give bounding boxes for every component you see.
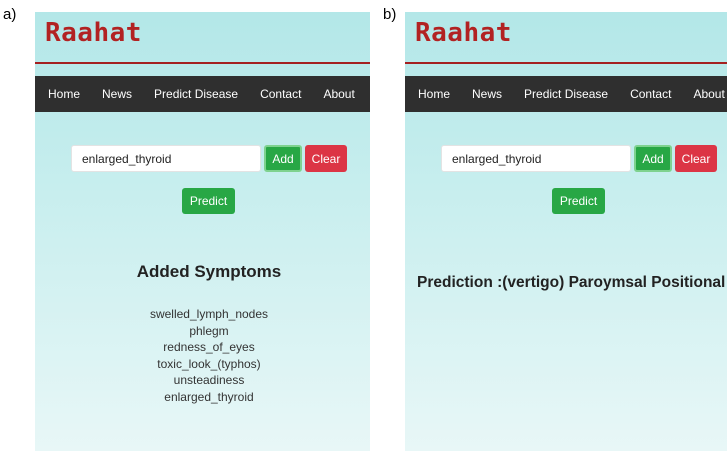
header: Raahat: [35, 12, 370, 64]
navbar: Home News Predict Disease Contact About: [35, 76, 370, 112]
navbar: Home News Predict Disease Contact About: [405, 76, 727, 112]
clear-button[interactable]: Clear: [305, 145, 347, 172]
nav-home[interactable]: Home: [48, 87, 80, 101]
app-logo[interactable]: Raahat: [415, 18, 512, 48]
nav-about[interactable]: About: [693, 87, 724, 101]
app-logo[interactable]: Raahat: [45, 18, 142, 48]
header-divider: [35, 62, 370, 64]
predict-button[interactable]: Predict: [182, 188, 235, 214]
symptom-item: swelled_lymph_nodes: [149, 307, 269, 321]
predict-button[interactable]: Predict: [552, 188, 605, 214]
add-button[interactable]: Add: [634, 145, 672, 172]
symptom-input[interactable]: [441, 145, 631, 172]
added-symptoms-title: Added Symptoms: [136, 262, 282, 281]
header: Raahat: [405, 12, 727, 64]
symptom-item: enlarged_thyroid: [164, 389, 254, 404]
header-divider: [405, 62, 727, 64]
symptom-item: unsteadiness: [173, 373, 245, 387]
nav-about[interactable]: About: [323, 87, 354, 101]
nav-news[interactable]: News: [102, 87, 132, 101]
nav-predict-disease[interactable]: Predict Disease: [524, 87, 608, 101]
symptom-item: toxic_look_(typhos): [157, 356, 261, 371]
nav-home[interactable]: Home: [418, 87, 450, 101]
symptom-search-row: Add Clear: [71, 145, 351, 172]
panel-b-label: b): [383, 6, 397, 23]
panel-a-label: a): [3, 6, 17, 23]
panel-b-screen: Raahat Home News Predict Disease Contact…: [405, 12, 727, 451]
symptom-list: swelled_lymph_nodes phlegm redness_of_ey…: [35, 306, 370, 405]
nav-contact[interactable]: Contact: [260, 87, 301, 101]
symptom-input[interactable]: [71, 145, 261, 172]
prediction-result: Prediction :(vertigo) Paroymsal Position…: [417, 274, 727, 291]
symptom-item: phlegm: [189, 323, 229, 338]
nav-contact[interactable]: Contact: [630, 87, 671, 101]
nav-predict-disease[interactable]: Predict Disease: [154, 87, 238, 101]
panel-a-screen: Raahat Home News Predict Disease Contact…: [35, 12, 370, 451]
clear-button[interactable]: Clear: [675, 145, 717, 172]
symptom-item: redness_of_eyes: [163, 340, 255, 354]
symptom-search-row: Add Clear: [441, 145, 721, 172]
nav-news[interactable]: News: [472, 87, 502, 101]
add-button[interactable]: Add: [264, 145, 302, 172]
